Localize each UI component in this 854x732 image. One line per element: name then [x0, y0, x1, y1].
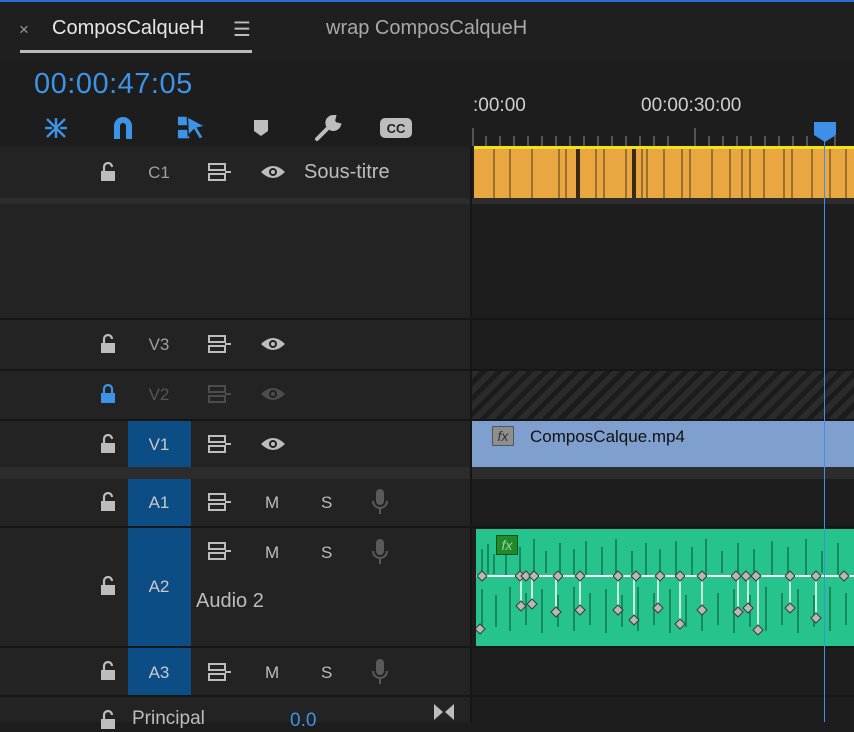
eye-icon[interactable] [259, 163, 287, 186]
track-label-a2: Audio 2 [196, 590, 264, 612]
track-label-c1: Sous-titre [304, 161, 390, 183]
playhead-timecode[interactable]: 00:00:47:05 [34, 68, 193, 101]
mute-button[interactable]: M [265, 663, 279, 683]
mute-button[interactable]: M [265, 543, 279, 563]
sync-lock-icon[interactable] [207, 434, 233, 459]
sync-lock-icon[interactable] [207, 334, 233, 359]
eye-icon[interactable] [259, 435, 287, 458]
track-header-master [0, 697, 471, 722]
solo-button[interactable]: S [321, 663, 332, 683]
track-name-v3[interactable]: V3 [128, 335, 190, 355]
solo-button[interactable]: S [321, 493, 332, 513]
track-name-a1[interactable]: A1 [128, 493, 190, 513]
video-audio-divider [0, 198, 854, 204]
video-clip-name: ComposCalque.mp4 [530, 427, 685, 446]
lock-icon[interactable] [97, 332, 119, 356]
locked-track-hatch [472, 371, 854, 419]
snap-magnet-icon[interactable] [108, 114, 138, 142]
lock-icon[interactable] [97, 574, 119, 598]
captions-icon-label: CC [387, 121, 406, 136]
tab-menu-icon[interactable]: ☰ [233, 17, 251, 42]
lock-icon[interactable] [97, 160, 119, 184]
playhead-line[interactable] [824, 128, 825, 722]
track-header-a2 [0, 528, 471, 646]
lock-icon[interactable] [97, 490, 119, 514]
row-divider [0, 695, 854, 697]
ripple-icon[interactable] [41, 114, 71, 142]
eye-icon[interactable] [259, 335, 287, 358]
ruler-label-0: :00:00 [473, 95, 526, 116]
go-to-end-icon[interactable] [432, 703, 456, 727]
wrench-icon[interactable] [313, 114, 343, 142]
sync-lock-icon[interactable] [207, 541, 233, 566]
audio-waveform [476, 529, 854, 646]
sync-lock-icon[interactable] [207, 492, 233, 517]
track-header-v2 [0, 371, 471, 419]
lock-icon[interactable] [97, 659, 119, 683]
track-name-a3[interactable]: A3 [128, 663, 190, 683]
sync-lock-icon[interactable] [207, 384, 233, 409]
microphone-icon[interactable] [371, 658, 389, 691]
sync-lock-icon[interactable] [207, 162, 233, 187]
fx-badge[interactable]: fx [496, 535, 518, 555]
caption-segment-dividers [493, 149, 847, 198]
close-tab-icon[interactable]: × [19, 20, 29, 40]
empty-track-area [0, 204, 471, 318]
track-name-v2[interactable]: V2 [128, 385, 190, 405]
fx-badge[interactable]: fx [492, 426, 514, 446]
time-ruler[interactable] [472, 128, 854, 146]
lock-icon-locked[interactable] [97, 382, 119, 406]
solo-button[interactable]: S [321, 543, 332, 563]
playhead-handle[interactable] [813, 121, 837, 143]
row-divider [0, 318, 854, 320]
active-tab-indicator [20, 50, 252, 53]
track-name-c1[interactable]: C1 [128, 163, 190, 183]
microphone-icon[interactable] [371, 538, 389, 571]
track-header-v3 [0, 320, 471, 369]
tab-wrap-composcalqueh[interactable]: wrap ComposCalqueH [326, 17, 527, 40]
track-header-v1 [0, 421, 471, 467]
track-header-c1 [0, 146, 471, 198]
track-name-a2[interactable]: A2 [128, 577, 190, 597]
lock-icon[interactable] [97, 432, 119, 456]
tab-composcalqueh[interactable]: ComposCalqueH [52, 17, 204, 40]
captions-icon[interactable]: CC [379, 114, 413, 142]
marker-icon[interactable] [246, 114, 276, 142]
track-header-a1 [0, 479, 471, 526]
ruler-label-30: 00:00:30:00 [641, 95, 742, 116]
video-audio-divider [0, 467, 854, 479]
track-name-master[interactable]: Principal [132, 708, 205, 730]
microphone-icon[interactable] [371, 488, 389, 521]
mute-button[interactable]: M [265, 493, 279, 513]
eye-icon[interactable] [259, 385, 287, 408]
lock-icon[interactable] [97, 708, 119, 732]
track-header-a3 [0, 648, 471, 695]
master-volume-value[interactable]: 0.0 [290, 710, 316, 732]
linked-selection-icon[interactable] [177, 114, 207, 142]
sync-lock-icon[interactable] [207, 662, 233, 687]
track-name-v1[interactable]: V1 [128, 435, 190, 455]
